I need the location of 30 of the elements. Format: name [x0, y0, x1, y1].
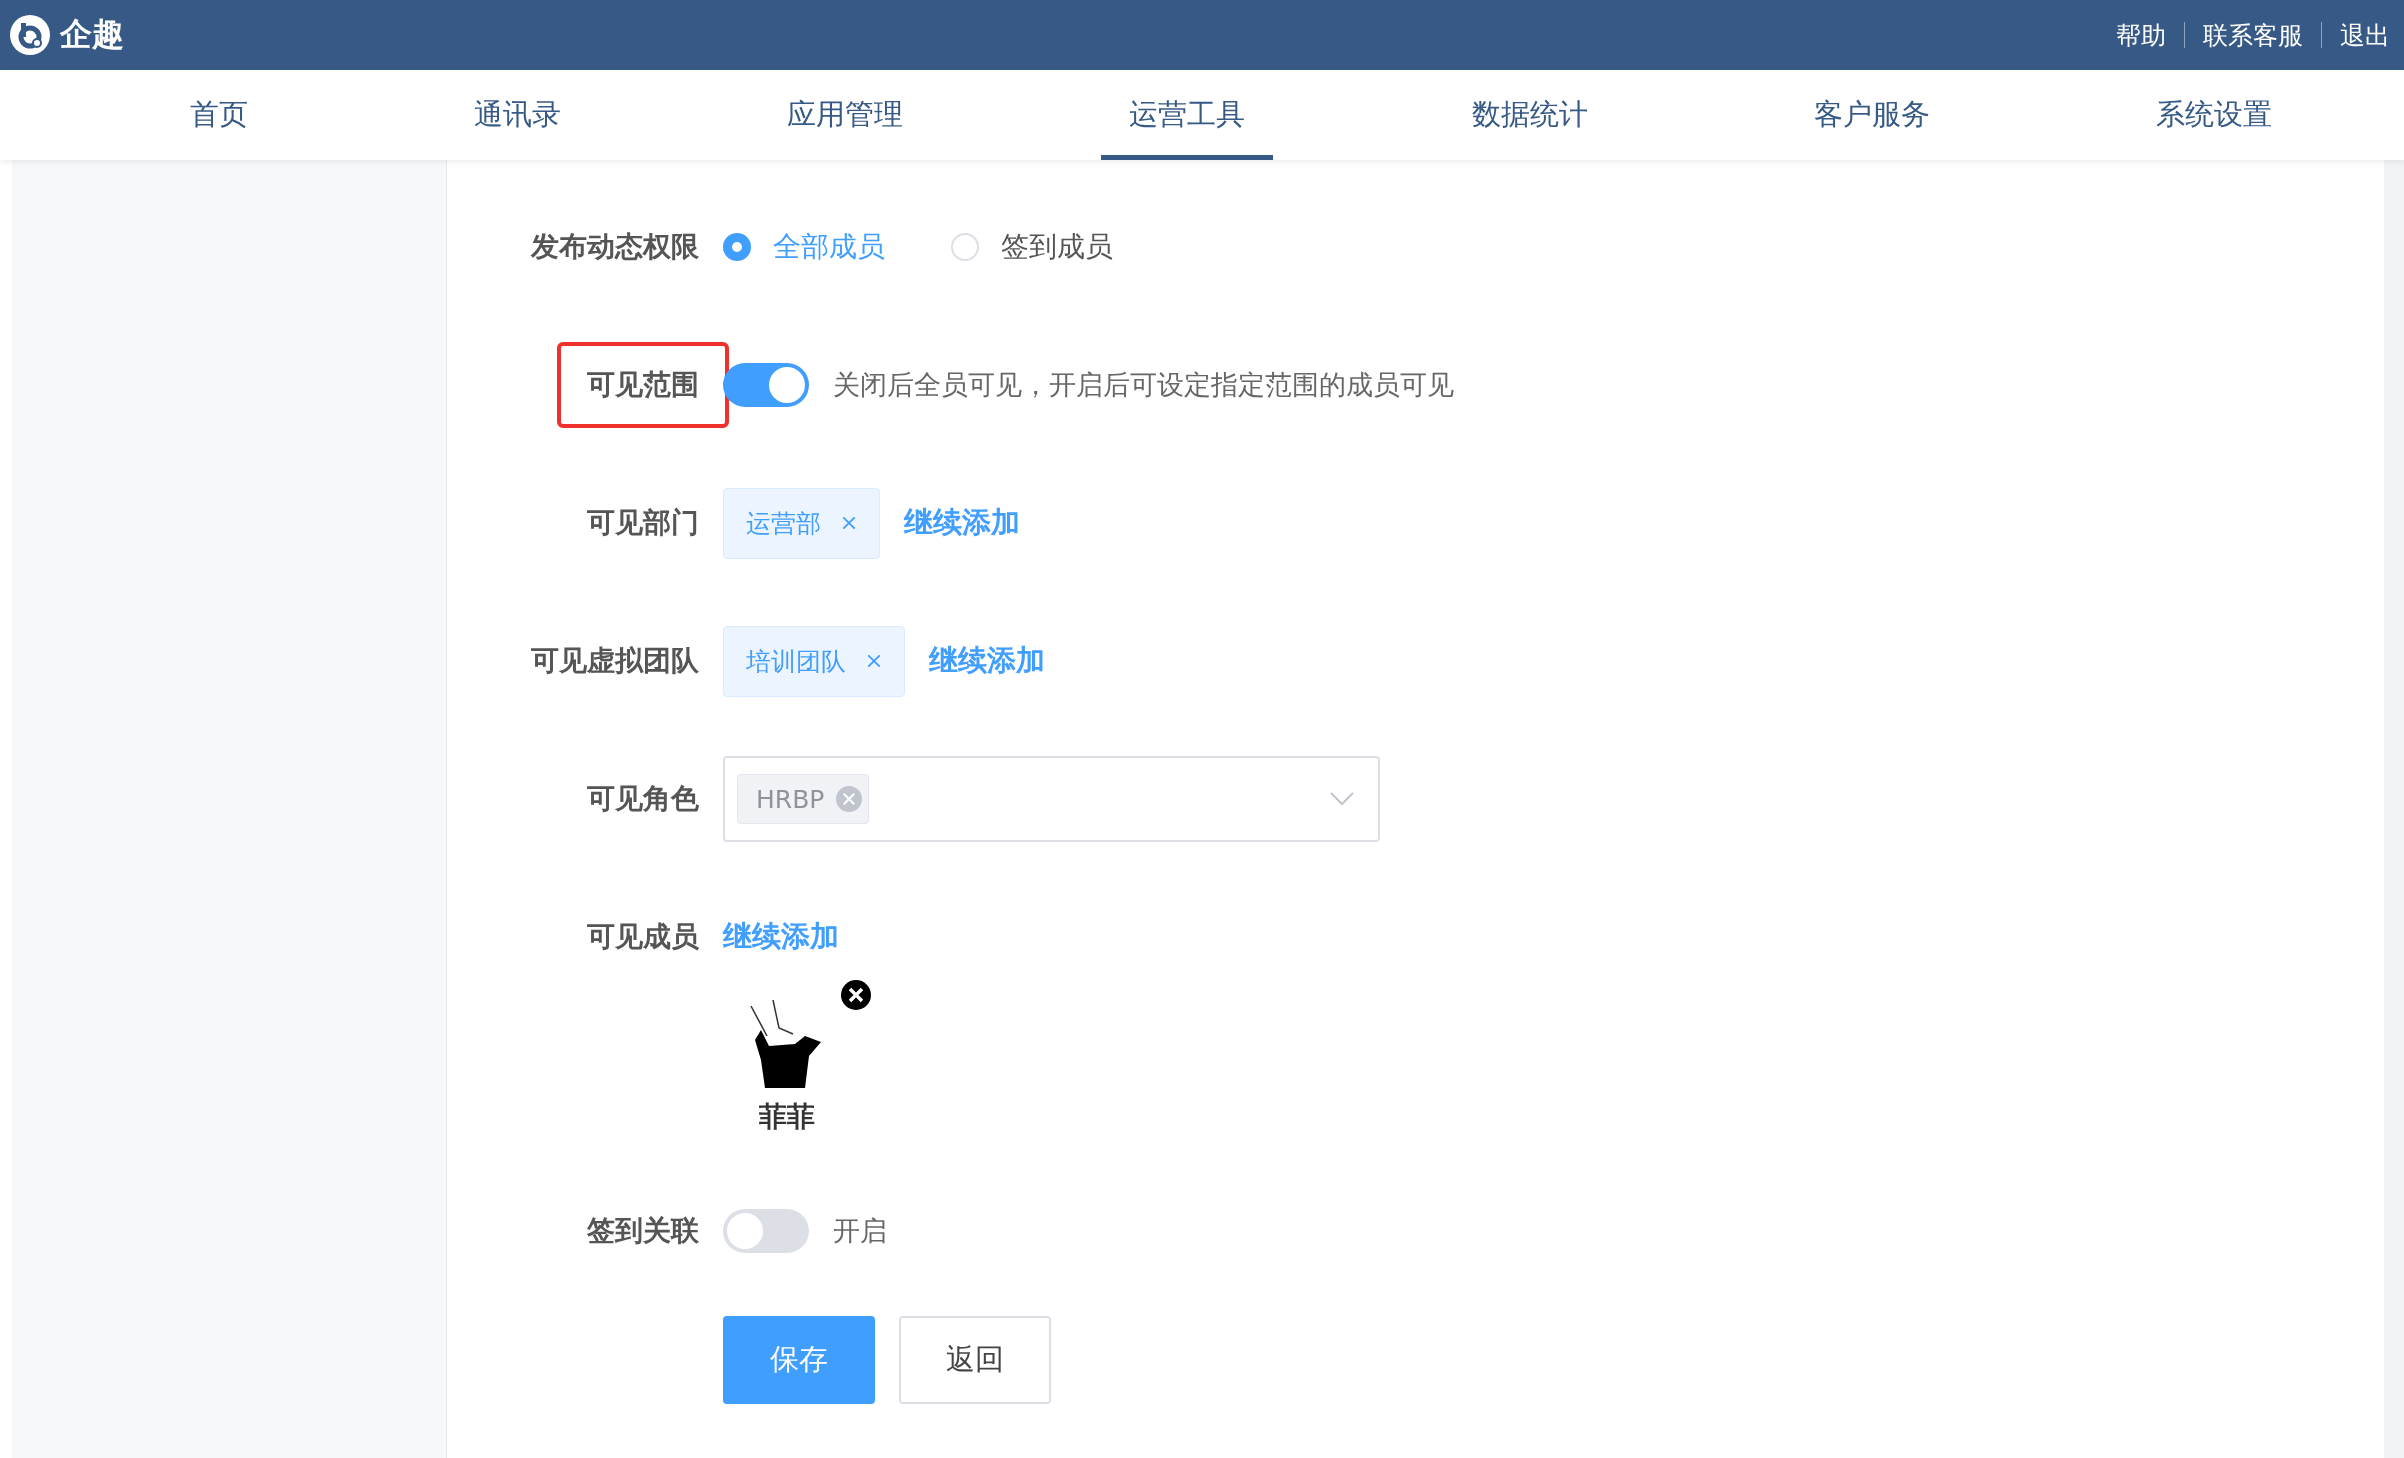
- field-label: 可见部门: [586, 505, 700, 541]
- nav-tab[interactable]: 首页: [162, 70, 276, 160]
- nav-tab[interactable]: 客户服务: [1785, 70, 1958, 160]
- hint-text: 开启: [833, 1214, 887, 1248]
- brand-name: 企趣: [60, 14, 124, 55]
- nav-tab[interactable]: 数据统计: [1443, 70, 1616, 160]
- header-link[interactable]: 联系客服: [2203, 18, 2303, 52]
- tag-label: 培训团队: [746, 645, 846, 678]
- header-link[interactable]: 帮助: [2116, 18, 2166, 52]
- tag-label: 运营部: [746, 507, 821, 540]
- field-label: 可见角色: [586, 781, 700, 817]
- radio-icon[interactable]: [723, 233, 751, 261]
- toggle-switch[interactable]: [723, 363, 809, 407]
- back-button[interactable]: 返回: [899, 1316, 1051, 1404]
- field-label: 可见成员: [586, 919, 700, 955]
- nav-tab[interactable]: 通讯录: [446, 70, 590, 160]
- field-label: 发布动态权限: [529, 229, 700, 265]
- header-link[interactable]: 退出: [2340, 18, 2390, 52]
- toggle-switch[interactable]: [723, 1209, 809, 1253]
- field-label: 可见虚拟团队: [530, 643, 700, 679]
- nav-tab[interactable]: 系统设置: [2127, 70, 2300, 160]
- radio-option[interactable]: 签到成员: [951, 228, 1113, 266]
- close-icon[interactable]: [841, 980, 871, 1010]
- field-label: 签到关联: [586, 1213, 700, 1249]
- hint-text: 关闭后全员可见，开启后可设定指定范围的成员可见: [833, 368, 1454, 402]
- chevron-down-icon: [1330, 792, 1354, 806]
- logo-icon: [10, 15, 50, 55]
- member-name: 菲菲: [759, 1099, 815, 1135]
- nav-tab[interactable]: 应用管理: [759, 70, 932, 160]
- tag-label: HRBP: [756, 784, 825, 814]
